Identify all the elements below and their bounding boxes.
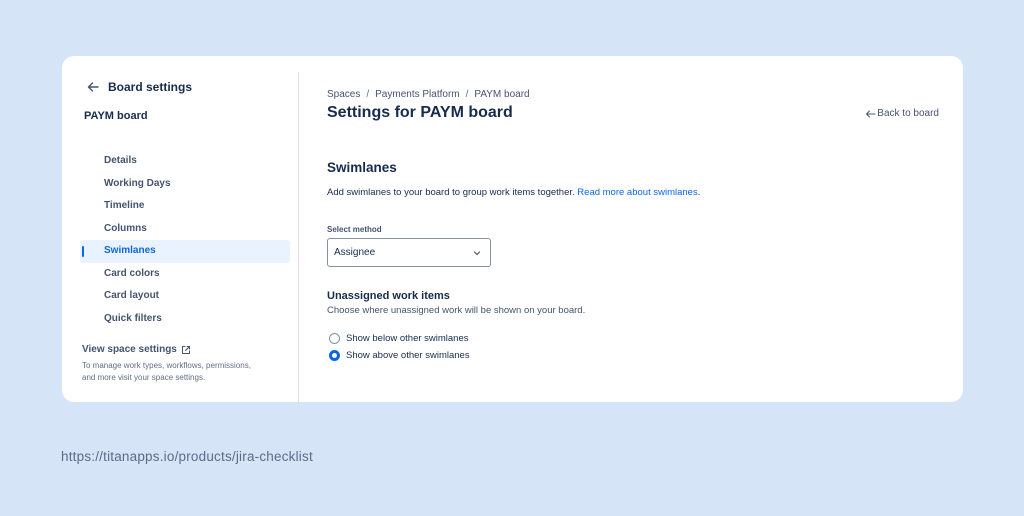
settings-nav: Details Working Days Timeline Columns Sw… [80,150,290,330]
main-content: Spaces / Payments Platform / PAYM board … [327,56,947,402]
breadcrumb-separator: / [366,89,370,100]
arrow-left-icon[interactable] [86,80,100,94]
section-description-text: Add swimlanes to your board to group wor… [327,187,575,198]
sidebar-header-title: Board settings [108,80,193,94]
read-more-swimlanes-link[interactable]: Read more about swimlanes [577,187,697,198]
radio-label: Show below other swimlanes [346,333,469,344]
section-description: Add swimlanes to your board to group wor… [327,187,700,198]
view-space-settings-label: View space settings [82,344,177,355]
select-method-dropdown[interactable]: Assignee [327,238,491,267]
unassigned-title: Unassigned work items [327,290,450,302]
page-title: Settings for PAYM board [327,104,513,121]
space-settings-hint-line-1: To manage work types, workflows, permiss… [82,361,251,370]
space-settings-hint: To manage work types, workflows, permiss… [82,360,292,384]
sidebar: Board settings PAYM board Details Workin… [62,72,299,402]
sidebar-item-quick-filters[interactable]: Quick filters [80,308,290,331]
view-space-settings-link[interactable]: View space settings [82,344,292,355]
space-settings-hint-line-2: and more visit your space settings. [82,373,206,382]
sidebar-item-details[interactable]: Details [80,150,290,173]
select-method-label: Select method [327,225,382,234]
breadcrumb: Spaces / Payments Platform / PAYM board [327,89,530,100]
section-description-end: . [697,187,701,198]
radio-show-above[interactable]: Show above other swimlanes [329,347,470,364]
footer-url: https://titanapps.io/products/jira-check… [61,449,313,464]
sidebar-item-timeline[interactable]: Timeline [80,195,290,218]
sidebar-item-card-colors[interactable]: Card colors [80,263,290,286]
settings-card: Board settings PAYM board Details Workin… [62,56,963,402]
radio-label: Show above other swimlanes [346,350,470,361]
breadcrumb-spaces[interactable]: Spaces [327,89,360,100]
unassigned-radio-group: Show below other swimlanes Show above ot… [329,330,470,364]
external-link-icon [181,345,190,354]
radio-button[interactable] [329,333,340,344]
back-to-board-label: Back to board [877,108,939,119]
unassigned-description: Choose where unassigned work will be sho… [327,305,586,316]
breadcrumb-paym-board[interactable]: PAYM board [474,89,529,100]
breadcrumb-payments-platform[interactable]: Payments Platform [375,89,459,100]
sidebar-item-swimlanes[interactable]: Swimlanes [80,240,290,263]
sidebar-item-working-days[interactable]: Working Days [80,173,290,196]
select-method-value: Assignee [334,247,376,258]
breadcrumb-separator: / [465,89,469,100]
section-title: Swimlanes [327,160,397,175]
sidebar-item-card-layout[interactable]: Card layout [80,285,290,308]
chevron-down-icon [473,250,481,255]
sidebar-item-columns[interactable]: Columns [80,218,290,241]
radio-button-checked[interactable] [329,350,340,361]
board-name: PAYM board [84,110,148,122]
sidebar-header[interactable]: Board settings [86,80,192,94]
radio-show-below[interactable]: Show below other swimlanes [329,330,470,347]
sidebar-footer: View space settings To manage work types… [82,344,292,384]
back-to-board-button[interactable]: Back to board [865,108,939,119]
arrow-left-icon [866,110,876,117]
